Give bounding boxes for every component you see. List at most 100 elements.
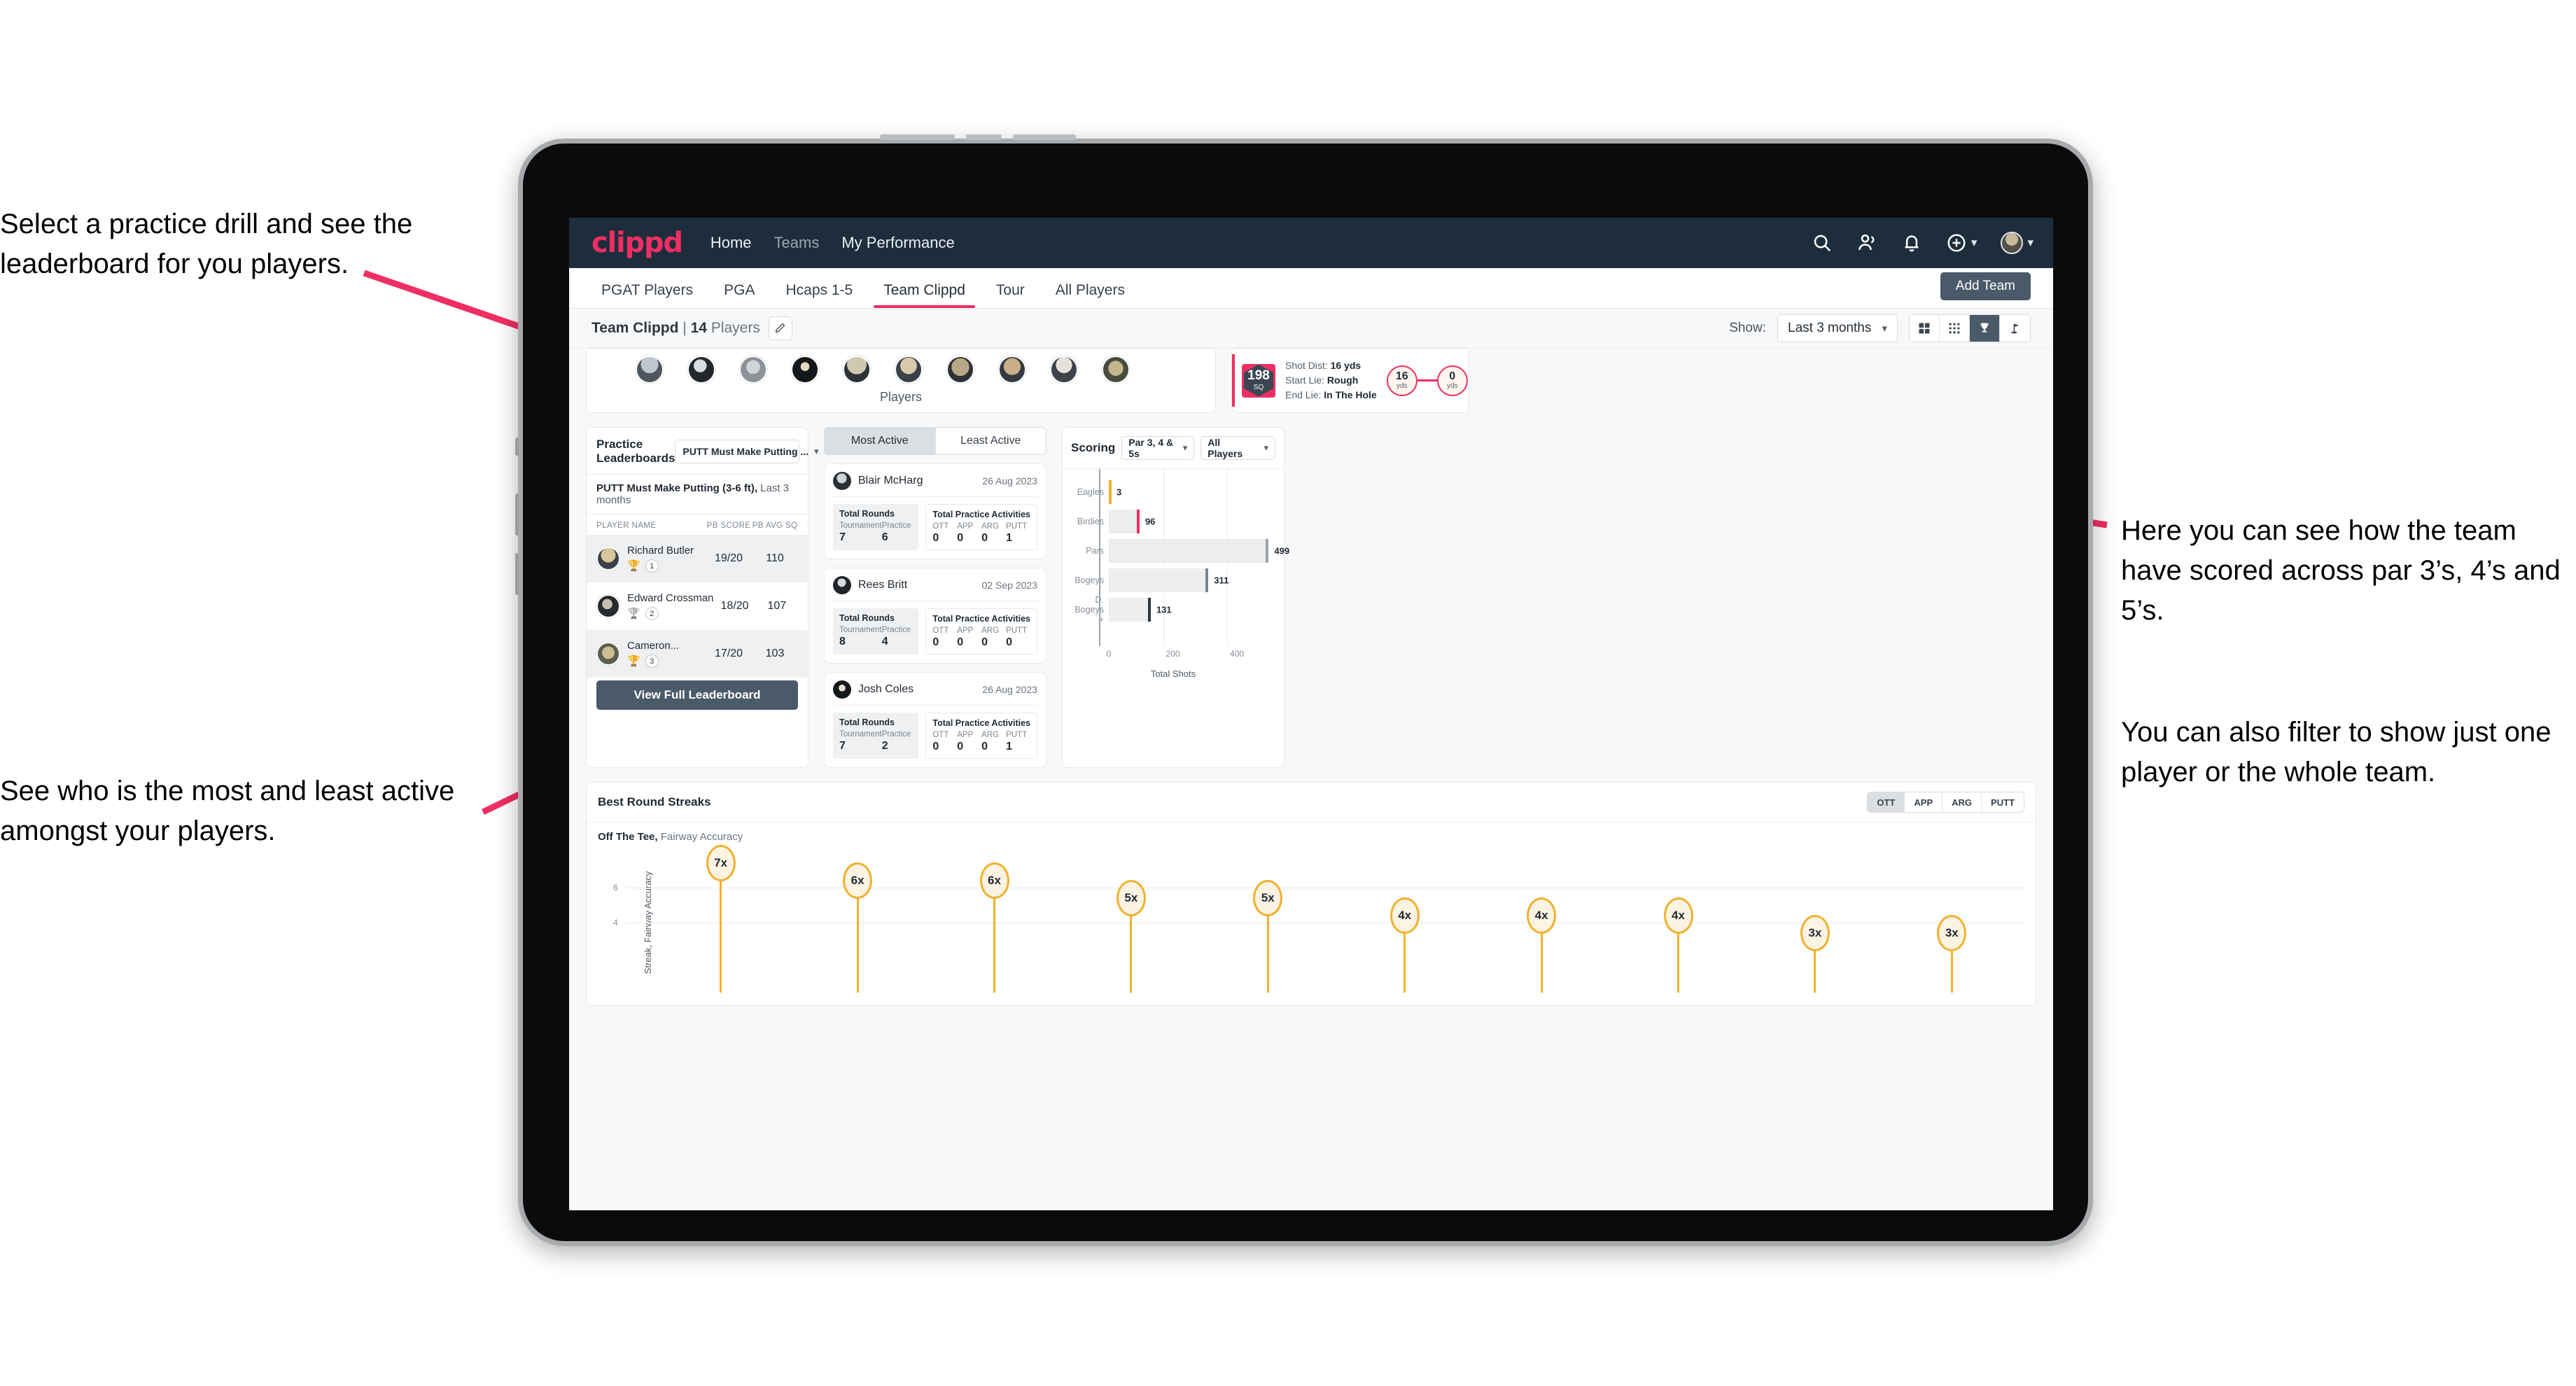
- nav-link-home[interactable]: Home: [710, 234, 752, 252]
- nav-link-my-performance[interactable]: My Performance: [841, 234, 954, 252]
- tab-team-clippd[interactable]: Team Clippd: [874, 282, 975, 308]
- chart-bar-cap: [1147, 598, 1151, 622]
- dashboard-content: Players 198 SQ Shot Dist: 16 yds Start L…: [569, 348, 2053, 1210]
- chart-value-label: 311: [1214, 575, 1229, 586]
- list-item[interactable]: Rees Britt 02 Sep 2023 Total Rounds Tour…: [824, 568, 1046, 664]
- practice-value: 2: [881, 740, 888, 752]
- avatar[interactable]: [1050, 356, 1078, 384]
- avatar[interactable]: [791, 356, 819, 384]
- tab-pgat-players[interactable]: PGAT Players: [592, 282, 703, 308]
- tournament-value: 7: [839, 740, 846, 752]
- leaderboard-columns: PLAYER NAME PB SCORE PB AVG SQ: [587, 514, 808, 535]
- streaks-sub-muted: Fairway Accuracy: [660, 831, 743, 843]
- ott-value: 0: [932, 636, 939, 648]
- tournament-value: 7: [839, 531, 846, 543]
- chart-bar-cap: [1109, 480, 1112, 504]
- activity-player-header: Josh Coles 26 Aug 2023: [833, 680, 1037, 706]
- tab-putt[interactable]: PUTT: [1982, 792, 2024, 812]
- chart-bar-row: Bogeys 311: [1072, 566, 1274, 595]
- putt-label: PUTT: [1006, 731, 1028, 739]
- add-team-button[interactable]: Add Team: [1940, 272, 2031, 300]
- avatar[interactable]: [946, 356, 974, 384]
- ott-value: 0: [932, 741, 939, 752]
- pb-avg-sq: 103: [765, 648, 785, 659]
- flag-view-icon[interactable]: [2000, 315, 2030, 342]
- drill-select[interactable]: PUTT Must Make Putting ... ▾: [675, 440, 819, 463]
- tab-tour[interactable]: Tour: [986, 282, 1035, 308]
- end-lie-label: End Lie:: [1285, 389, 1322, 401]
- people-icon[interactable]: [1856, 232, 1877, 253]
- avatar[interactable]: [998, 356, 1026, 384]
- trophy-view-icon[interactable]: [1970, 314, 2000, 342]
- avatar[interactable]: [636, 356, 664, 384]
- end-distance-value: 0: [1449, 370, 1456, 382]
- search-icon[interactable]: [1812, 232, 1833, 253]
- tab-most-active[interactable]: Most Active: [825, 428, 936, 454]
- device-volume-up-button: [515, 493, 519, 536]
- tab-all-players[interactable]: All Players: [1046, 282, 1135, 308]
- plus-circle-icon[interactable]: [1946, 232, 1967, 253]
- chart-category-label: Birdies: [1077, 517, 1104, 526]
- chart-bar-track: 131: [1109, 595, 1274, 624]
- bell-icon[interactable]: [1901, 232, 1922, 253]
- main-panels: Practice Leaderboards PUTT Must Make Put…: [586, 427, 2036, 768]
- clippd-logo[interactable]: clippd: [592, 227, 683, 259]
- chevron-down-icon: ▾: [1264, 442, 1268, 453]
- avatar[interactable]: [1102, 356, 1130, 384]
- list-item[interactable]: Josh Coles 26 Aug 2023 Total Rounds Tour…: [824, 672, 1046, 768]
- pencil-icon[interactable]: [768, 316, 792, 340]
- device-volume-down-button: [515, 553, 519, 595]
- avatar[interactable]: [687, 356, 715, 384]
- chart-lollipop-label: 4x: [1527, 897, 1557, 934]
- tournament-label: Tournament: [839, 730, 882, 738]
- chart-bar: [1109, 510, 1140, 533]
- period-select[interactable]: Last 3 months ▾: [1777, 314, 1898, 342]
- best-round-streaks-card: Best Round Streaks OTT APP ARG PUTT Off …: [586, 782, 2036, 1006]
- pb-score: 18/20: [720, 600, 749, 612]
- pb-score: 17/20: [714, 648, 743, 659]
- avatar[interactable]: [2001, 232, 2024, 254]
- table-row[interactable]: Cameron... 🏆 3 17/20 103: [587, 630, 808, 678]
- dots-grid-view-icon[interactable]: [1940, 314, 1970, 342]
- player-filter-value: All Players: [1208, 437, 1243, 459]
- chart-bar-row: D. Bogeys + 131: [1072, 595, 1274, 624]
- practice-value: 4: [881, 636, 888, 648]
- app-screen: clippd Home Teams My Performance ▾ ▾ PGA…: [569, 218, 2053, 1210]
- chevron-down-icon: ▾: [814, 446, 819, 456]
- chart-category-label: D. Bogeys +: [1074, 595, 1104, 624]
- activity-date: 26 Aug 2023: [982, 475, 1037, 486]
- tab-pga[interactable]: PGA: [714, 282, 764, 308]
- par-filter-select[interactable]: Par 3, 4 & 5s ▾: [1121, 436, 1195, 460]
- start-distance-unit: yds: [1396, 382, 1408, 390]
- chart-lollipop-label: 7x: [706, 845, 736, 881]
- chart-value-label: 96: [1144, 516, 1156, 527]
- avatar[interactable]: [739, 356, 767, 384]
- putt-label: PUTT: [1006, 522, 1028, 531]
- tab-ott[interactable]: OTT: [1868, 792, 1905, 812]
- activity-stats: Total Rounds Tournament 7 Practice 6 Total…: [833, 504, 1037, 550]
- table-row[interactable]: Richard Butler 🏆 1 19/20 110: [587, 535, 808, 582]
- tab-least-active[interactable]: Least Active: [936, 428, 1046, 454]
- tab-app[interactable]: APP: [1905, 792, 1943, 812]
- ott-value: 0: [932, 532, 939, 544]
- view-full-leaderboard-button[interactable]: View Full Leaderboard: [596, 680, 798, 710]
- tab-arg[interactable]: ARG: [1942, 792, 1982, 812]
- chart-bar-row: Birdies 96: [1072, 507, 1274, 536]
- list-item[interactable]: Blair McHarg 26 Aug 2023 Total Rounds To…: [824, 463, 1046, 559]
- tab-hcaps-1-5[interactable]: Hcaps 1-5: [776, 282, 862, 308]
- chart-category-label: Bogeys: [1074, 575, 1104, 585]
- account-menu[interactable]: ▾: [2001, 232, 2033, 254]
- streaks-category-tabs: OTT APP ARG PUTT: [1867, 792, 2024, 813]
- nav-link-teams[interactable]: Teams: [774, 234, 820, 252]
- scoring-x-axis: 0 200 400: [1072, 646, 1274, 670]
- chart-bar-track: 3: [1109, 477, 1274, 507]
- player-filter-select[interactable]: All Players ▾: [1200, 436, 1275, 460]
- separator: |: [682, 319, 687, 336]
- avatar[interactable]: [895, 356, 923, 384]
- grid-view-icon[interactable]: [1910, 314, 1940, 342]
- avatar[interactable]: [843, 356, 871, 384]
- add-menu[interactable]: ▾: [1946, 232, 1977, 253]
- table-row[interactable]: Edward Crossman 🏆 2 18/20 107: [587, 582, 808, 630]
- player-name: Blair McHarg: [858, 475, 923, 486]
- shot-dist-value: 16 yds: [1330, 359, 1362, 371]
